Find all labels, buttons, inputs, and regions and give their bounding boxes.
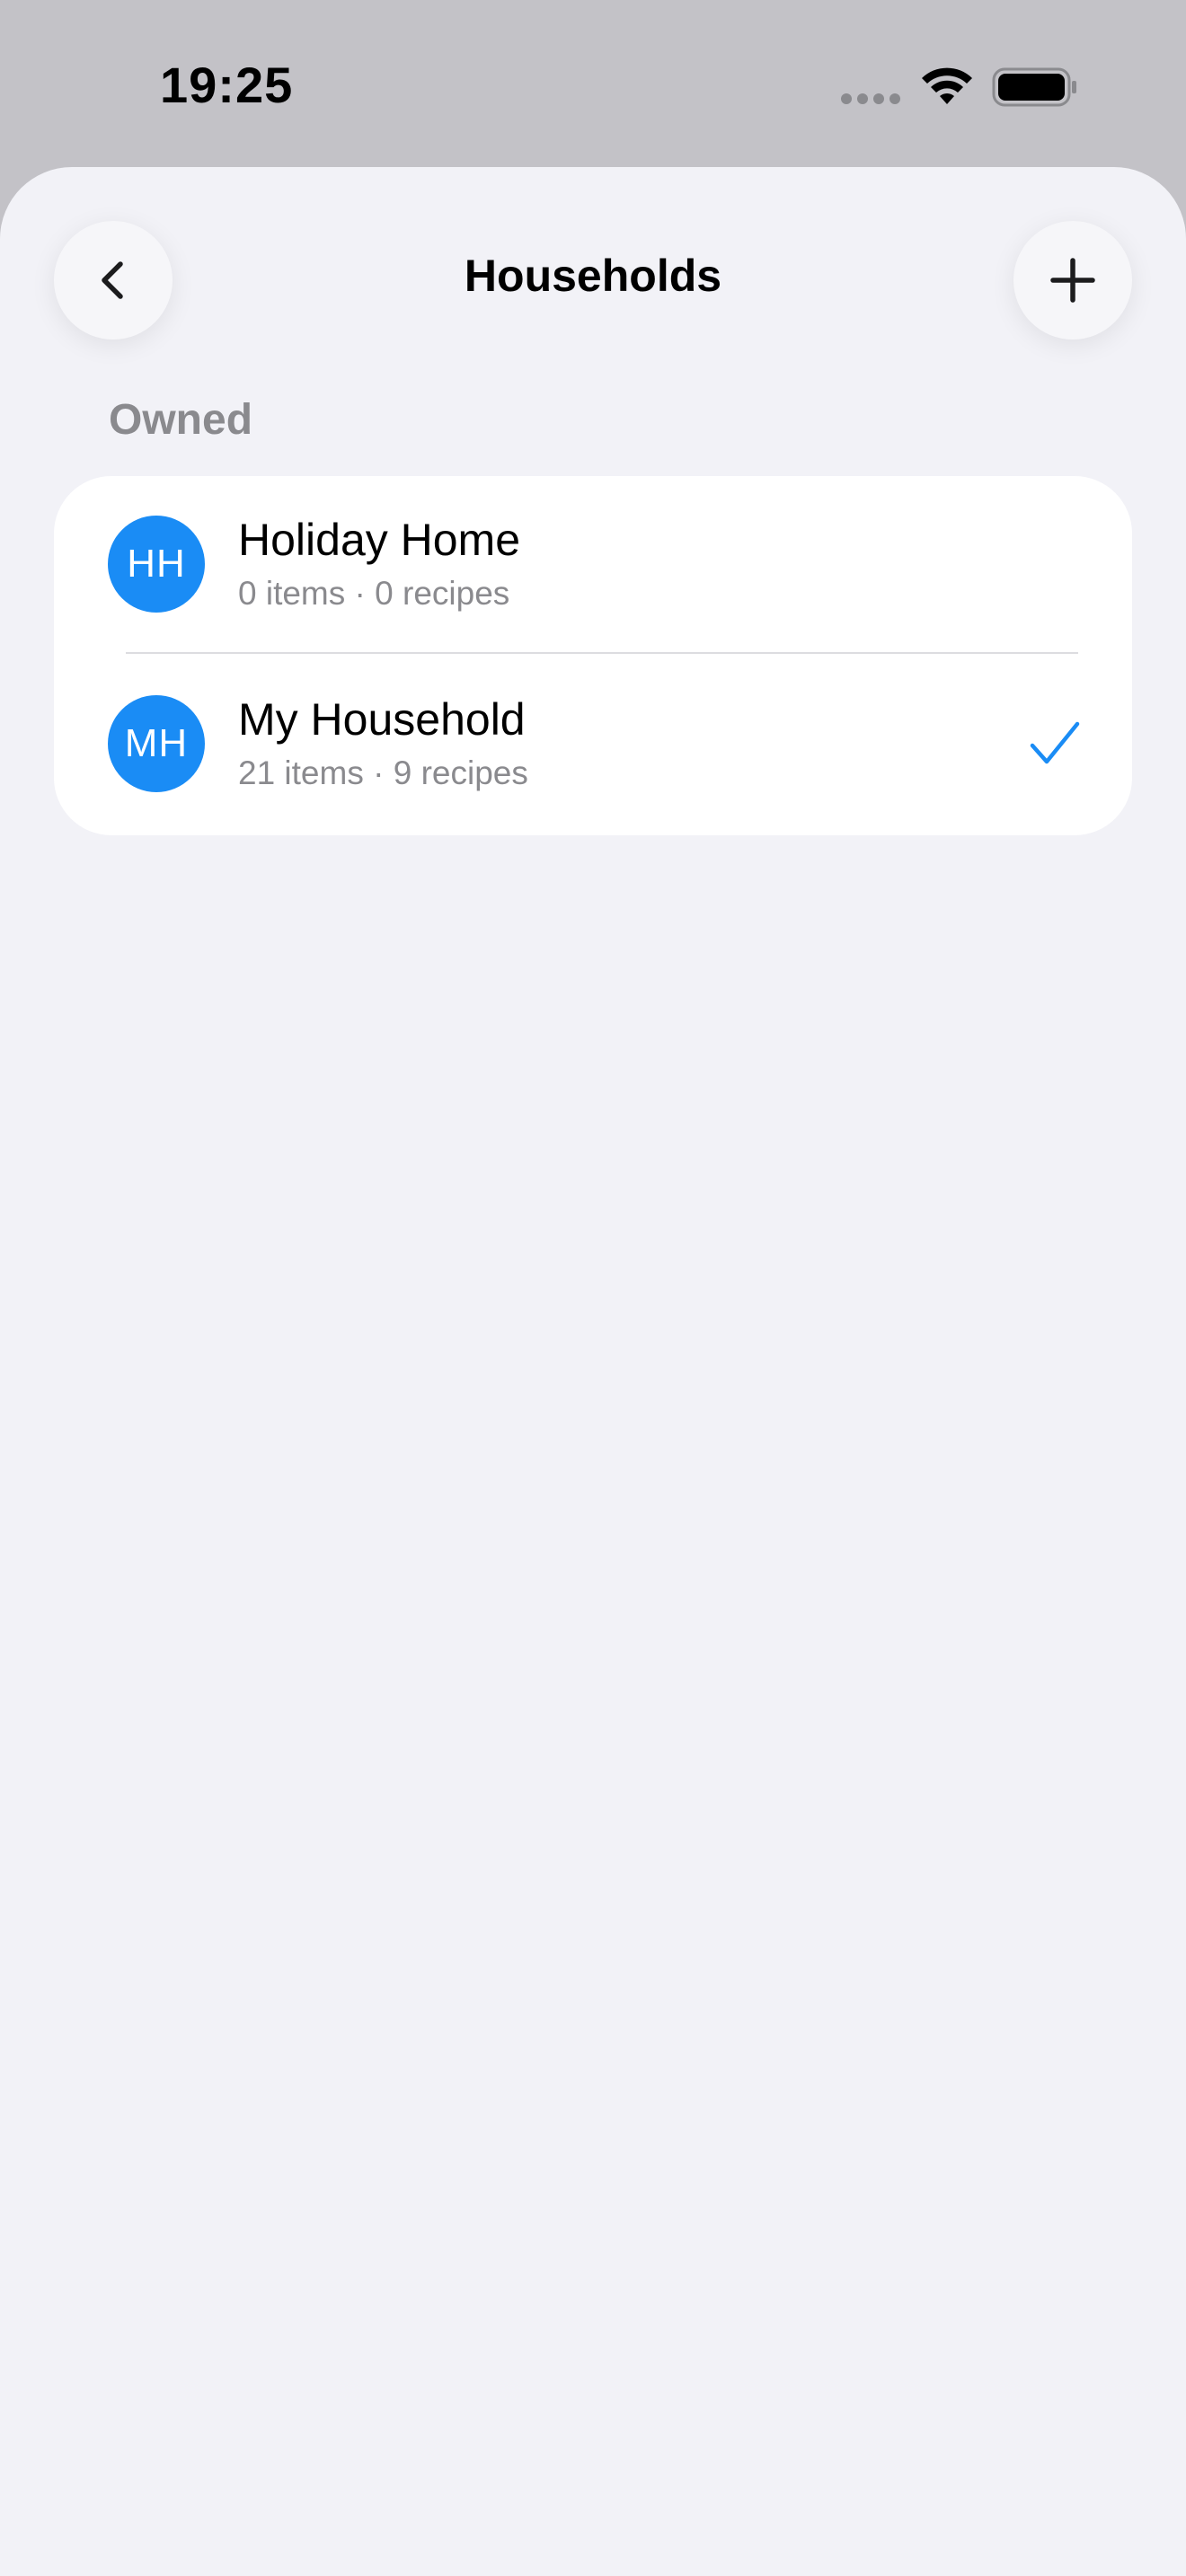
divider: [126, 652, 1078, 654]
households-sheet: Households Owned HH Holiday Home 0 items…: [0, 167, 1186, 2576]
wifi-icon: [922, 67, 972, 104]
status-bar: 19:25: [0, 0, 1186, 167]
avatar: HH: [108, 516, 205, 613]
avatar: MH: [108, 695, 205, 792]
households-list: HH Holiday Home 0 items · 0 recipes MH M…: [54, 476, 1132, 835]
household-summary: 21 items · 9 recipes: [238, 754, 528, 791]
household-summary: 0 items · 0 recipes: [238, 575, 510, 612]
battery-icon: [992, 67, 1076, 107]
household-name: My Household: [238, 694, 526, 745]
cellular-signal-icon: [841, 93, 900, 104]
household-row-holiday-home[interactable]: HH Holiday Home 0 items · 0 recipes: [54, 476, 1132, 656]
status-time: 19:25: [160, 57, 294, 113]
add-household-button[interactable]: [1013, 221, 1132, 340]
household-row-my-household[interactable]: MH My Household 21 items · 9 recipes: [54, 656, 1132, 835]
page-title: Households: [464, 251, 722, 301]
plus-icon: [1050, 258, 1095, 303]
checkmark-icon: [1030, 721, 1080, 764]
section-header-owned: Owned: [109, 396, 253, 444]
household-name: Holiday Home: [238, 515, 521, 565]
